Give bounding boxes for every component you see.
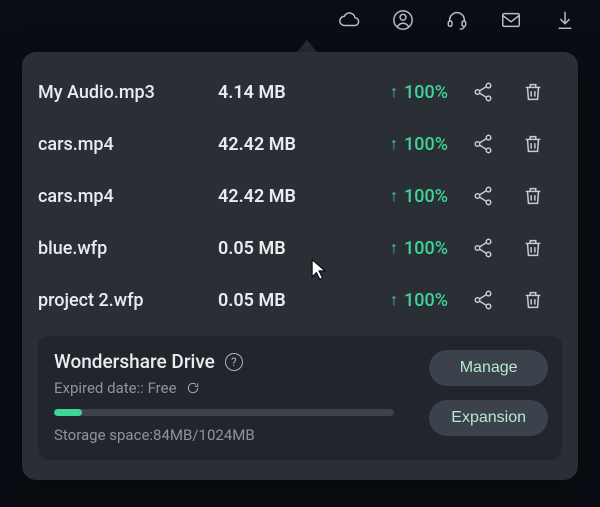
share-icon[interactable] [468, 77, 498, 107]
file-progress: ↑100% [348, 82, 448, 103]
file-progress: ↑100% [348, 238, 448, 259]
file-row: cars.mp4 42.42 MB ↑100% [38, 170, 562, 222]
file-row: cars.mp4 42.42 MB ↑100% [38, 118, 562, 170]
file-size: 4.14 MB [218, 82, 338, 103]
file-name: project 2.wfp [38, 290, 208, 311]
file-name: cars.mp4 [38, 134, 208, 155]
trash-icon[interactable] [518, 181, 548, 211]
drive-section: Wondershare Drive ? Expired date:: Free … [38, 336, 562, 460]
panel-caret [297, 40, 317, 52]
file-size: 42.42 MB [218, 134, 338, 155]
manage-button[interactable]: Manage [429, 350, 548, 386]
cloud-panel: My Audio.mp3 4.14 MB ↑100% cars.mp4 42.4… [22, 52, 578, 480]
account-icon[interactable] [392, 9, 414, 31]
file-name: cars.mp4 [38, 186, 208, 207]
top-toolbar [0, 0, 600, 40]
file-progress: ↑100% [348, 290, 448, 311]
drive-title: Wondershare Drive [54, 350, 215, 373]
file-row: project 2.wfp 0.05 MB ↑100% [38, 274, 562, 326]
trash-icon[interactable] [518, 129, 548, 159]
file-size: 0.05 MB [218, 290, 338, 311]
file-row: My Audio.mp3 4.14 MB ↑100% [38, 66, 562, 118]
file-size: 42.42 MB [218, 186, 338, 207]
share-icon[interactable] [468, 129, 498, 159]
download-icon[interactable] [554, 9, 576, 31]
upload-arrow-icon: ↑ [390, 82, 398, 102]
storage-progress-track [54, 409, 394, 416]
cloud-icon[interactable] [338, 9, 360, 31]
file-size: 0.05 MB [218, 238, 338, 259]
help-icon[interactable]: ? [225, 353, 243, 371]
trash-icon[interactable] [518, 285, 548, 315]
support-icon[interactable] [446, 9, 468, 31]
mail-icon[interactable] [500, 9, 522, 31]
share-icon[interactable] [468, 285, 498, 315]
upload-arrow-icon: ↑ [390, 238, 398, 258]
upload-arrow-icon: ↑ [390, 134, 398, 154]
drive-expired-label: Expired date:: Free [54, 379, 177, 397]
expansion-button[interactable]: Expansion [429, 400, 548, 436]
file-row: blue.wfp 0.05 MB ↑100% [38, 222, 562, 274]
trash-icon[interactable] [518, 77, 548, 107]
upload-arrow-icon: ↑ [390, 290, 398, 310]
share-icon[interactable] [468, 181, 498, 211]
file-name: blue.wfp [38, 238, 208, 259]
share-icon[interactable] [468, 233, 498, 263]
storage-progress-fill [54, 409, 82, 416]
refresh-icon[interactable] [185, 380, 201, 396]
file-progress: ↑100% [348, 186, 448, 207]
file-progress: ↑100% [348, 134, 448, 155]
trash-icon[interactable] [518, 233, 548, 263]
upload-arrow-icon: ↑ [390, 186, 398, 206]
file-name: My Audio.mp3 [38, 82, 208, 103]
